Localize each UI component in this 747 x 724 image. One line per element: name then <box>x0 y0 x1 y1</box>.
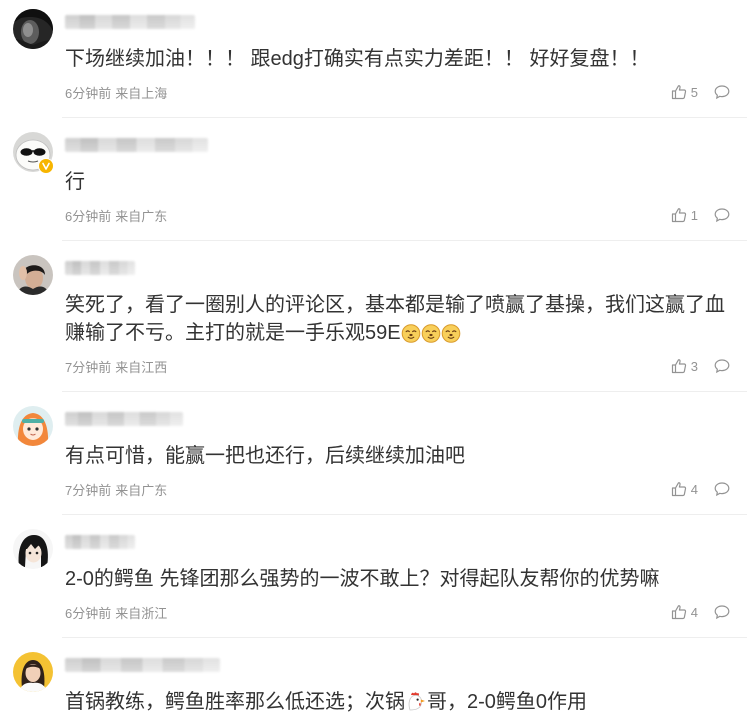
meta-info: 6分钟前 来自广东 <box>65 206 167 225</box>
username[interactable] <box>65 261 135 275</box>
like-count: 4 <box>690 604 698 620</box>
like-count: 3 <box>690 358 698 374</box>
avatar[interactable] <box>13 529 53 569</box>
comment-body: 有点可惜，能赢一把也还行，后续继续加油吧 7分钟前 来自广东 4 <box>62 392 747 515</box>
avatar[interactable] <box>13 255 53 295</box>
comment-meta: 6分钟前 来自广东 1 <box>65 205 730 225</box>
reply-button[interactable] <box>714 84 730 100</box>
comment-location: 来自浙江 <box>115 605 168 621</box>
meta-info: 6分钟前 来自上海 <box>65 83 167 102</box>
comment-actions: 3 <box>671 358 730 374</box>
comment-text: 2-0的鳄鱼 先锋团那么强势的一波不敢上？对得起队友帮你的优势嘛 <box>65 568 660 590</box>
reply-button[interactable] <box>714 207 730 223</box>
thumbs-up-icon <box>671 482 686 497</box>
like-button[interactable]: 5 <box>671 84 698 100</box>
reply-button[interactable] <box>714 481 730 497</box>
username-row <box>65 406 730 432</box>
comment-meta: 6分钟前 来自浙江 4 <box>65 602 730 622</box>
comment-time: 7分钟前 <box>65 482 112 498</box>
comment-icon <box>714 359 730 374</box>
comment-time: 6分钟前 <box>65 208 112 224</box>
username-row <box>65 255 730 281</box>
comment-actions: 4 <box>671 481 730 497</box>
like-button[interactable]: 1 <box>671 207 698 223</box>
meta-info: 6分钟前 来自浙江 <box>65 603 167 622</box>
avatar[interactable] <box>13 406 53 446</box>
meta-info: 7分钟前 来自江西 <box>65 357 167 376</box>
comment-text: 笑死了，看了一圈别人的评论区，基本都是输了喷赢了基操，我们这赢了血赚输了不亏。主… <box>65 291 730 347</box>
like-count: 4 <box>690 481 698 497</box>
comment-body: 2-0的鳄鱼 先锋团那么强势的一波不敢上？对得起队友帮你的优势嘛 6分钟前 来自浙… <box>62 515 747 638</box>
like-count: 5 <box>690 84 698 100</box>
username[interactable] <box>65 138 208 152</box>
like-count: 1 <box>690 207 698 223</box>
comment-text-before: 首锅教练，鳄鱼胜率那么低还选；次锅 <box>65 691 405 713</box>
verified-badge-icon <box>39 159 53 173</box>
face-emoji <box>401 324 420 343</box>
comment-actions: 4 <box>671 604 730 620</box>
comment-text: 有点可惜，能赢一把也还行，后续继续加油吧 <box>65 445 465 467</box>
like-button[interactable]: 3 <box>671 358 698 374</box>
comment-icon <box>714 605 730 620</box>
comment-body: 笑死了，看了一圈别人的评论区，基本都是输了喷赢了基操，我们这赢了血赚输了不亏。主… <box>62 241 747 392</box>
comment-time: 7分钟前 <box>65 359 112 375</box>
comment-item: 笑死了，看了一圈别人的评论区，基本都是输了喷赢了基操，我们这赢了血赚输了不亏。主… <box>0 241 747 392</box>
comment-actions: 5 <box>671 84 730 100</box>
username-row <box>65 529 730 555</box>
reply-button[interactable] <box>714 604 730 620</box>
username[interactable] <box>65 412 183 426</box>
comment-location: 来自上海 <box>115 85 168 101</box>
comment-icon <box>714 208 730 223</box>
thumbs-up-icon <box>671 359 686 374</box>
face-emoji <box>421 324 440 343</box>
comment-meta: 7分钟前 来自江西 3 <box>65 356 730 376</box>
comment-location: 来自江西 <box>115 359 168 375</box>
comment-time: 6分钟前 <box>65 85 112 101</box>
thumbs-up-icon <box>671 85 686 100</box>
comment-item: 首锅教练，鳄鱼胜率那么低还选；次锅 哥，2-0鳄鱼0作用 <box>0 638 747 716</box>
username-row <box>65 652 730 678</box>
comment-list: 下场继续加油！！！ 跟edg打确实有点实力差距！！ 好好复盘！！ 6分钟前 来自上… <box>0 0 747 716</box>
comment-text: 首锅教练，鳄鱼胜率那么低还选；次锅 哥，2-0鳄鱼0作用 <box>65 688 730 716</box>
comment-text-after: 哥，2-0鳄鱼0作用 <box>427 691 588 713</box>
username-row <box>65 132 730 158</box>
comment-body: 下场继续加油！！！ 跟edg打确实有点实力差距！！ 好好复盘！！ 6分钟前 来自上… <box>62 0 747 118</box>
comment-item: 2-0的鳄鱼 先锋团那么强势的一波不敢上？对得起队友帮你的优势嘛 6分钟前 来自浙… <box>0 515 747 638</box>
comment-text-content: 笑死了，看了一圈别人的评论区，基本都是输了喷赢了基操，我们这赢了血赚输了不亏。主… <box>65 294 725 344</box>
meta-info: 7分钟前 来自广东 <box>65 480 167 499</box>
comment-icon <box>714 482 730 497</box>
comment-text: 下场继续加油！！！ 跟edg打确实有点实力差距！！ 好好复盘！！ <box>65 48 650 70</box>
thumbs-up-icon <box>671 605 686 620</box>
comment-body: 首锅教练，鳄鱼胜率那么低还选；次锅 哥，2-0鳄鱼0作用 <box>62 638 747 716</box>
comment-item: 有点可惜，能赢一把也还行，后续继续加油吧 7分钟前 来自广东 4 <box>0 392 747 515</box>
comment-body: 行 6分钟前 来自广东 1 <box>62 118 747 241</box>
thumbs-up-icon <box>671 208 686 223</box>
comment-item: 下场继续加油！！！ 跟edg打确实有点实力差距！！ 好好复盘！！ 6分钟前 来自上… <box>0 0 747 118</box>
username[interactable] <box>65 658 220 672</box>
comment-actions: 1 <box>671 207 730 223</box>
comment-time: 6分钟前 <box>65 605 112 621</box>
comment-location: 来自广东 <box>115 208 168 224</box>
chicken-emoji <box>408 692 425 711</box>
reply-button[interactable] <box>714 358 730 374</box>
username-row <box>65 9 730 35</box>
comment-meta: 7分钟前 来自广东 4 <box>65 479 730 499</box>
comment-location: 来自广东 <box>115 482 168 498</box>
comment-icon <box>714 85 730 100</box>
avatar[interactable] <box>13 9 53 49</box>
username[interactable] <box>65 15 195 29</box>
comment-meta: 6分钟前 来自上海 5 <box>65 82 730 102</box>
comment-text: 行 <box>65 171 85 193</box>
comment-item: 行 6分钟前 来自广东 1 <box>0 118 747 241</box>
like-button[interactable]: 4 <box>671 481 698 497</box>
face-emoji <box>441 324 460 343</box>
like-button[interactable]: 4 <box>671 604 698 620</box>
username[interactable] <box>65 535 135 549</box>
avatar[interactable] <box>13 652 53 692</box>
